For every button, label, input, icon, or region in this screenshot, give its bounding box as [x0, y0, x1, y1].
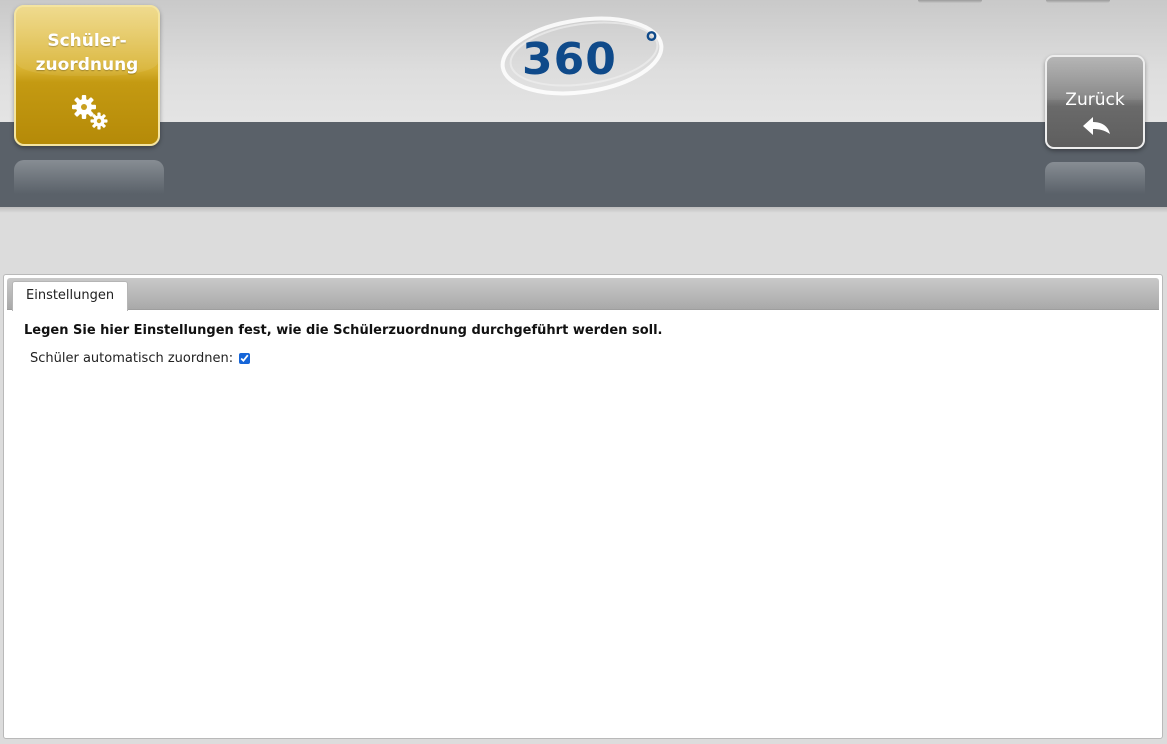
auto-assign-checkbox[interactable]: [239, 353, 251, 364]
settings-panel: Einstellungen Legen Sie hier Einstellung…: [3, 274, 1163, 739]
module-tile-reflection: [14, 160, 164, 194]
back-button-label: Zurück: [1065, 90, 1125, 110]
auto-assign-label: Schüler automatisch zuordnen:: [30, 351, 234, 366]
tab-einstellungen[interactable]: Einstellungen: [12, 281, 129, 311]
header-band: [0, 122, 1167, 207]
panel-heading: Legen Sie hier Einstellungen fest, wie d…: [24, 323, 663, 338]
module-tile-schuelerzuordnung[interactable]: Schüler- zuordnung: [14, 5, 160, 146]
module-tile-label: Schüler- zuordnung: [16, 29, 158, 77]
gears-icon: [72, 95, 108, 130]
arrow-back-icon: [1083, 117, 1110, 135]
top-edge-tab[interactable]: [1046, 0, 1110, 3]
logo-degree: °: [644, 27, 659, 62]
auto-assign-option: Schüler automatisch zuordnen:: [30, 351, 251, 366]
module-tile-label-line2: zuordnung: [35, 55, 139, 75]
logo-text: 360: [522, 34, 617, 85]
logo-360: 360 °: [500, 16, 664, 96]
app-window: Schüler- zuordnung 360 ° Zurück Einstell…: [0, 0, 1167, 744]
top-edge-tab[interactable]: [918, 0, 982, 3]
tab-bar: Einstellungen: [7, 278, 1159, 311]
back-button[interactable]: Zurück: [1045, 55, 1145, 149]
back-button-reflection: [1045, 162, 1145, 194]
module-tile-label-line1: Schüler-: [47, 31, 127, 51]
header-shadow: [0, 207, 1167, 213]
